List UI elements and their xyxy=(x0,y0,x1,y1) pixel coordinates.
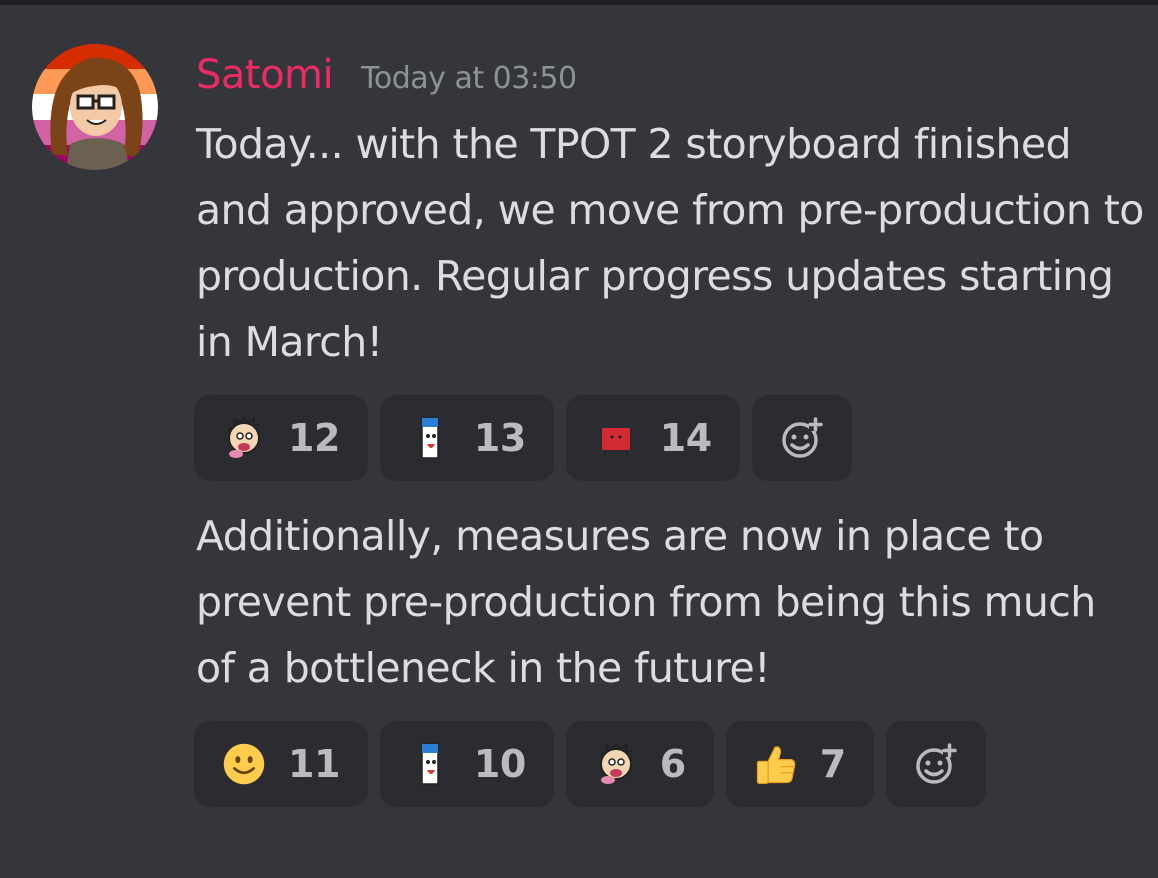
reaction-blue-pen[interactable]: 10 xyxy=(379,721,554,807)
slightly-smiling-face-emoji xyxy=(222,742,266,786)
reaction-bar: 11 10 6 7 xyxy=(194,721,986,807)
reaction-count: 13 xyxy=(473,416,526,460)
red-block-character-emoji xyxy=(594,416,638,460)
add-reaction-button[interactable] xyxy=(885,721,986,807)
top-edge xyxy=(0,0,1158,5)
reaction-thumbs-up[interactable]: 7 xyxy=(725,721,874,807)
reaction-count: 11 xyxy=(288,742,340,786)
reaction-count: 14 xyxy=(659,416,712,460)
blue-pen-character-emoji xyxy=(408,416,452,460)
cartoon-face-emoji xyxy=(222,416,266,460)
reaction-count: 7 xyxy=(819,742,846,786)
add-reaction-icon xyxy=(914,742,958,786)
reaction-count: 10 xyxy=(473,742,526,786)
cartoon-face-emoji xyxy=(594,742,638,786)
add-reaction-button[interactable] xyxy=(751,395,852,481)
message-header: Satomi Today at 03:50 xyxy=(196,52,577,108)
reaction-red-block[interactable]: 14 xyxy=(565,395,740,481)
reaction-cartoon-face[interactable]: 6 xyxy=(565,721,714,807)
message-text: Additionally, measures are now in place … xyxy=(196,512,1096,692)
blue-pen-character-emoji xyxy=(408,742,452,786)
reaction-count: 6 xyxy=(659,742,686,786)
message-text: Today... with the TPOT 2 storyboard fini… xyxy=(196,120,1144,366)
thumbs-up-emoji xyxy=(754,742,798,786)
reaction-bar: 12 13 14 xyxy=(194,395,852,481)
add-reaction-icon xyxy=(780,416,824,460)
reaction-blue-pen[interactable]: 13 xyxy=(379,395,554,481)
timestamp: Today at 03:50 xyxy=(361,61,577,96)
avatar[interactable] xyxy=(32,44,158,170)
reaction-count: 12 xyxy=(288,416,340,460)
reaction-cartoon-face[interactable]: 12 xyxy=(194,395,368,481)
username[interactable]: Satomi xyxy=(196,52,334,98)
reaction-slightly-smiling-face[interactable]: 11 xyxy=(194,721,368,807)
